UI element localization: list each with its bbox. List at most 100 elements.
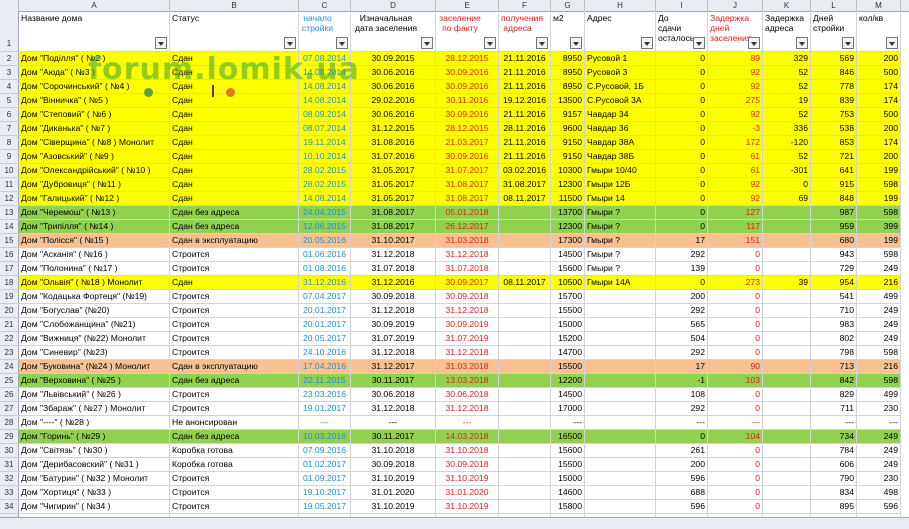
row-number[interactable]: 14 (0, 220, 19, 234)
cell-f[interactable]: 19.12.2016 (499, 94, 551, 108)
cell-k[interactable]: 52 (763, 80, 811, 94)
row-number[interactable]: 28 (0, 416, 19, 430)
cell-c[interactable]: 01.06.2016 (299, 248, 351, 262)
cell-c[interactable]: 10.10.2014 (299, 150, 351, 164)
cell-m[interactable]: 199 (857, 234, 901, 248)
cell-h[interactable] (585, 486, 656, 500)
cell-f[interactable] (499, 360, 551, 374)
cell-e[interactable]: 30.09.2018 (436, 290, 499, 304)
cell-c[interactable]: 01.02.2017 (299, 458, 351, 472)
cell-c[interactable]: 19.10.2017 (299, 486, 351, 500)
cell-j[interactable]: 0 (708, 388, 763, 402)
column-letter-f[interactable]: F (499, 0, 551, 11)
cell-k[interactable] (763, 388, 811, 402)
cell-i[interactable]: 0 (656, 80, 708, 94)
cell-c[interactable]: 14.08.2014 (299, 94, 351, 108)
cell-f[interactable]: 21.11.2016 (499, 52, 551, 66)
column-letter-c[interactable]: C (299, 0, 351, 11)
filter-dropdown-icon[interactable] (641, 37, 653, 49)
cell-j[interactable]: 117 (708, 220, 763, 234)
cell-f[interactable] (499, 388, 551, 402)
cell-j[interactable]: --- (708, 416, 763, 430)
cell-g[interactable]: 10300 (551, 164, 585, 178)
cell-c[interactable]: 08.09.2014 (299, 108, 351, 122)
cell-m[interactable]: 216 (857, 360, 901, 374)
cell-e[interactable]: 31.01.2020 (436, 486, 499, 500)
cell-a[interactable]: Дом "Кодацька Фортеця" (№19) (19, 290, 170, 304)
cell-f[interactable]: 21.11.2016 (499, 66, 551, 80)
cell-e[interactable]: 30.09.2018 (436, 458, 499, 472)
cell-j[interactable]: 273 (708, 276, 763, 290)
cell-h[interactable]: Гмыри 12Б (585, 178, 656, 192)
filter-dropdown-icon[interactable] (886, 37, 898, 49)
cell-d[interactable]: 30.06.2016 (351, 80, 436, 94)
cell-d[interactable]: 31.12.2015 (351, 122, 436, 136)
cell-m[interactable]: 199 (857, 192, 901, 206)
cell-i[interactable]: 0 (656, 150, 708, 164)
cell-f[interactable] (499, 472, 551, 486)
cell-h[interactable]: Русовой 3 (585, 66, 656, 80)
row-number[interactable]: 24 (0, 360, 19, 374)
cell-e[interactable]: 30.09.2016 (436, 80, 499, 94)
row-number[interactable]: 11 (0, 178, 19, 192)
cell-d[interactable]: 30.09.2015 (351, 52, 436, 66)
cell-i[interactable]: 0 (656, 108, 708, 122)
cell-k[interactable] (763, 472, 811, 486)
cell-m[interactable]: 249 (857, 332, 901, 346)
row-number[interactable]: 23 (0, 346, 19, 360)
cell-i[interactable]: 565 (656, 318, 708, 332)
row-number[interactable]: 2 (0, 52, 19, 66)
cell-f[interactable] (499, 332, 551, 346)
cell-k[interactable] (763, 206, 811, 220)
cell-a[interactable]: Дом "Синевир" (№23) (19, 346, 170, 360)
filter-dropdown-icon[interactable] (421, 37, 433, 49)
cell-b[interactable]: Сдан (170, 52, 299, 66)
cell-d[interactable]: 30.09.2018 (351, 458, 436, 472)
cell-j[interactable]: 0 (708, 346, 763, 360)
cell-f[interactable] (499, 220, 551, 234)
cell-j[interactable]: 92 (708, 192, 763, 206)
cell-d[interactable]: 30.06.2018 (351, 388, 436, 402)
cell-e[interactable]: 31.03.2018 (436, 234, 499, 248)
cell-j[interactable]: -3 (708, 122, 763, 136)
cell-b[interactable]: Сдан (170, 150, 299, 164)
cell-i[interactable]: 596 (656, 472, 708, 486)
column-letter-e[interactable]: E (436, 0, 499, 11)
cell-g[interactable]: 9150 (551, 136, 585, 150)
cell-j[interactable]: 275 (708, 94, 763, 108)
cell-l[interactable]: 790 (811, 472, 857, 486)
cell-b[interactable]: Коробка готова (170, 458, 299, 472)
cell-i[interactable]: 0 (656, 136, 708, 150)
cell-l[interactable]: 784 (811, 444, 857, 458)
cell-j[interactable]: 0 (708, 290, 763, 304)
filter-dropdown-icon[interactable] (484, 37, 496, 49)
cell-k[interactable] (763, 220, 811, 234)
cell-l[interactable]: 848 (811, 192, 857, 206)
cell-b[interactable]: Не анонсирован (170, 416, 299, 430)
cell-b[interactable]: Сдан без адреса (170, 220, 299, 234)
cell-k[interactable] (763, 402, 811, 416)
cell-d[interactable]: 30.11.2017 (351, 430, 436, 444)
column-letter-b[interactable]: B (170, 0, 299, 11)
cell-e[interactable]: 31.10.2019 (436, 500, 499, 514)
cell-a[interactable]: Дом "Диканька" ( №7 ) (19, 122, 170, 136)
cell-j[interactable]: 172 (708, 136, 763, 150)
cell-i[interactable]: 292 (656, 304, 708, 318)
cell-f[interactable] (499, 262, 551, 276)
cell-g[interactable]: 12300 (551, 178, 585, 192)
cell-g[interactable]: 17000 (551, 402, 585, 416)
cell-a[interactable]: Дом "Ольвія" ( №18 ) Монолит (19, 276, 170, 290)
cell-i[interactable]: 108 (656, 388, 708, 402)
cell-j[interactable]: 127 (708, 206, 763, 220)
cell-d[interactable]: 31.10.2019 (351, 472, 436, 486)
cell-m[interactable]: 598 (857, 178, 901, 192)
cell-a[interactable]: Дом "Світязь" ( №30 ) (19, 444, 170, 458)
cell-d[interactable]: --- (351, 416, 436, 430)
cell-b[interactable]: Сдан в эксплуатацию (170, 234, 299, 248)
cell-a[interactable]: Дом "Полонина" ( №17 ) (19, 262, 170, 276)
row-number[interactable]: 1 (0, 11, 19, 52)
cell-c[interactable]: 28.02.2015 (299, 164, 351, 178)
column-letter-h[interactable]: H (585, 0, 656, 11)
cell-k[interactable] (763, 262, 811, 276)
cell-l[interactable]: 798 (811, 346, 857, 360)
